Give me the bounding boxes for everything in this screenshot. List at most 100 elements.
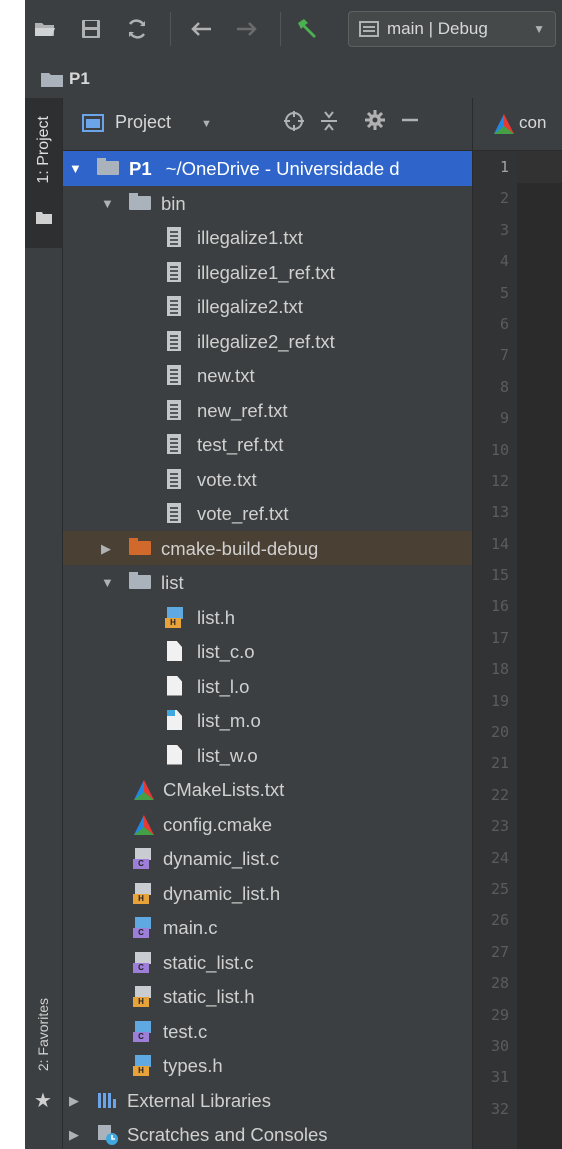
tree-node-file[interactable]: illegalize2.txt (63, 289, 472, 324)
project-tree: ▼ P1 ~/OneDrive - Universidade d ▼ bin il… (63, 151, 472, 1149)
text-file-icon (163, 399, 185, 420)
line-number: 9 (499, 409, 509, 428)
file-label: list_l.o (197, 675, 250, 697)
line-number: 6 (499, 314, 509, 333)
tool-tab-favorites[interactable]: 2: Favorites ★ (25, 988, 62, 1112)
run-config-label: main | Debug (387, 19, 488, 38)
cmake-icon (494, 114, 514, 134)
tree-node-file[interactable]: H dynamic_list.h (63, 876, 472, 911)
tree-node-root[interactable]: ▼ P1 ~/OneDrive - Universidade d (63, 151, 472, 186)
tree-node-file[interactable]: list_w.o (63, 738, 472, 773)
tree-node-file[interactable]: illegalize2_ref.txt (63, 324, 472, 359)
tree-node-file[interactable]: vote_ref.txt (63, 496, 472, 531)
file-label: illegalize2.txt (197, 296, 303, 317)
file-label: static_list.c (163, 951, 254, 973)
tree-node-file[interactable]: illegalize1.txt (63, 220, 472, 255)
collapse-arrow-icon[interactable]: ▶ (101, 541, 111, 557)
tree-node-file[interactable]: H list.h (63, 600, 472, 635)
collapse-all-icon[interactable] (319, 110, 339, 138)
tree-node-external-libraries[interactable]: ▶ External Libraries (63, 1083, 472, 1118)
expand-arrow-icon[interactable]: ▼ (101, 196, 114, 211)
code-editor[interactable] (517, 152, 562, 1149)
build-hammer-icon[interactable] (293, 14, 321, 44)
tree-node-file[interactable]: test_ref.txt (63, 427, 472, 462)
file-label: dynamic_list.h (163, 882, 281, 904)
folder-icon (36, 212, 52, 224)
tree-node-file[interactable]: list_c.o (63, 634, 472, 669)
folder-icon (129, 192, 151, 213)
header-file-icon: H (165, 606, 187, 628)
root-project-name: P1 (129, 158, 152, 179)
line-number: 18 (490, 660, 509, 679)
text-file-icon (163, 468, 185, 489)
line-number-gutter: 1 2 3 4 5 6 7 8 9 10 12 13 14 15 16 17 18 19 20 21 22 23 24 25 2… (473, 152, 517, 1125)
sync-icon[interactable] (123, 14, 151, 44)
tree-node-file[interactable]: list_l.o (63, 669, 472, 704)
line-number: 2 (499, 189, 509, 208)
project-panel-header: Project ▼ (63, 98, 472, 151)
folder-icon (129, 572, 151, 592)
toolbar-separator (280, 12, 281, 46)
tree-node-file[interactable]: C static_list.c (63, 945, 472, 980)
back-icon[interactable] (187, 14, 215, 44)
folder-label: list (161, 572, 184, 593)
file-label: illegalize2_ref.txt (197, 330, 335, 352)
expand-arrow-icon[interactable]: ▼ (69, 161, 82, 176)
collapse-arrow-icon[interactable]: ▶ (69, 1127, 79, 1143)
tree-node-folder-bin[interactable]: ▼ bin (63, 186, 472, 221)
tree-node-file[interactable]: CMakeLists.txt (63, 772, 472, 807)
run-configuration-dropdown[interactable]: main | Debug ▼ (348, 11, 556, 47)
editor-tab[interactable]: con (473, 98, 562, 151)
file-label: CMakeLists.txt (163, 779, 285, 800)
text-file-icon (163, 434, 185, 454)
file-label: list_w.o (197, 744, 258, 766)
line-number: 19 (490, 691, 509, 710)
collapse-arrow-icon[interactable]: ▶ (69, 1093, 79, 1109)
tree-node-file[interactable]: new_ref.txt (63, 393, 472, 428)
project-view-selector[interactable]: Project (115, 112, 171, 133)
tree-node-folder-list[interactable]: ▼ list (63, 565, 472, 600)
tool-tab-project-label: 1: Project (35, 116, 52, 184)
chevron-down-icon[interactable]: ▼ (201, 118, 212, 130)
line-number: 21 (490, 754, 509, 773)
current-line-highlight (517, 152, 562, 183)
file-label: new_ref.txt (197, 399, 288, 421)
line-number: 16 (490, 597, 509, 616)
tree-node-file[interactable]: C dynamic_list.c (63, 841, 472, 876)
breadcrumb: P1 (25, 60, 562, 99)
tree-node-file[interactable]: new.txt (63, 358, 472, 393)
line-number: 12 (490, 471, 509, 490)
line-number: 4 (499, 252, 509, 271)
tool-tab-favorites-label: 2: Favorites (35, 998, 51, 1072)
excluded-folder-icon (129, 537, 151, 558)
expand-arrow-icon[interactable]: ▼ (101, 575, 114, 590)
tree-node-folder-cmake-build-debug[interactable]: ▶ cmake-build-debug (63, 530, 472, 565)
tree-node-file[interactable]: H static_list.h (63, 979, 472, 1014)
c-source-file-icon: C (133, 848, 155, 869)
project-panel: Project ▼ ▼ P1 ~/OneDrive - Universidade … (63, 98, 472, 1149)
left-tool-stripe: 1: Project 2: Favorites ★ (25, 98, 63, 1149)
file-label: new.txt (197, 365, 255, 386)
tree-node-scratches[interactable]: ▶ Scratches and Consoles (63, 1117, 472, 1149)
tree-node-file[interactable]: illegalize1_ref.txt (63, 255, 472, 290)
file-label: test.c (163, 1020, 208, 1042)
tree-node-file[interactable]: list_m.o (63, 703, 472, 738)
open-icon[interactable] (31, 14, 59, 44)
line-number: 10 (490, 440, 509, 459)
tree-node-file[interactable]: H types.h (63, 1048, 472, 1083)
locate-target-icon[interactable] (283, 110, 305, 138)
breadcrumb-project[interactable]: P1 (69, 69, 90, 89)
tree-node-file[interactable]: C test.c (63, 1014, 472, 1049)
gear-icon[interactable] (365, 110, 385, 136)
tree-node-file[interactable]: config.cmake (63, 807, 472, 842)
save-icon[interactable] (77, 14, 105, 44)
tree-node-file[interactable]: C main.c (63, 910, 472, 945)
ide-window: main | Debug ▼ P1 1: Project 2: Favorite… (25, 0, 562, 1149)
text-file-icon (163, 261, 185, 282)
file-label: config.cmake (163, 813, 272, 835)
tree-node-file[interactable]: vote.txt (63, 462, 472, 497)
tool-tab-project[interactable]: 1: Project (25, 98, 62, 248)
line-number: 13 (490, 503, 509, 522)
minimize-icon[interactable] (401, 108, 419, 136)
forward-icon[interactable] (233, 14, 261, 44)
